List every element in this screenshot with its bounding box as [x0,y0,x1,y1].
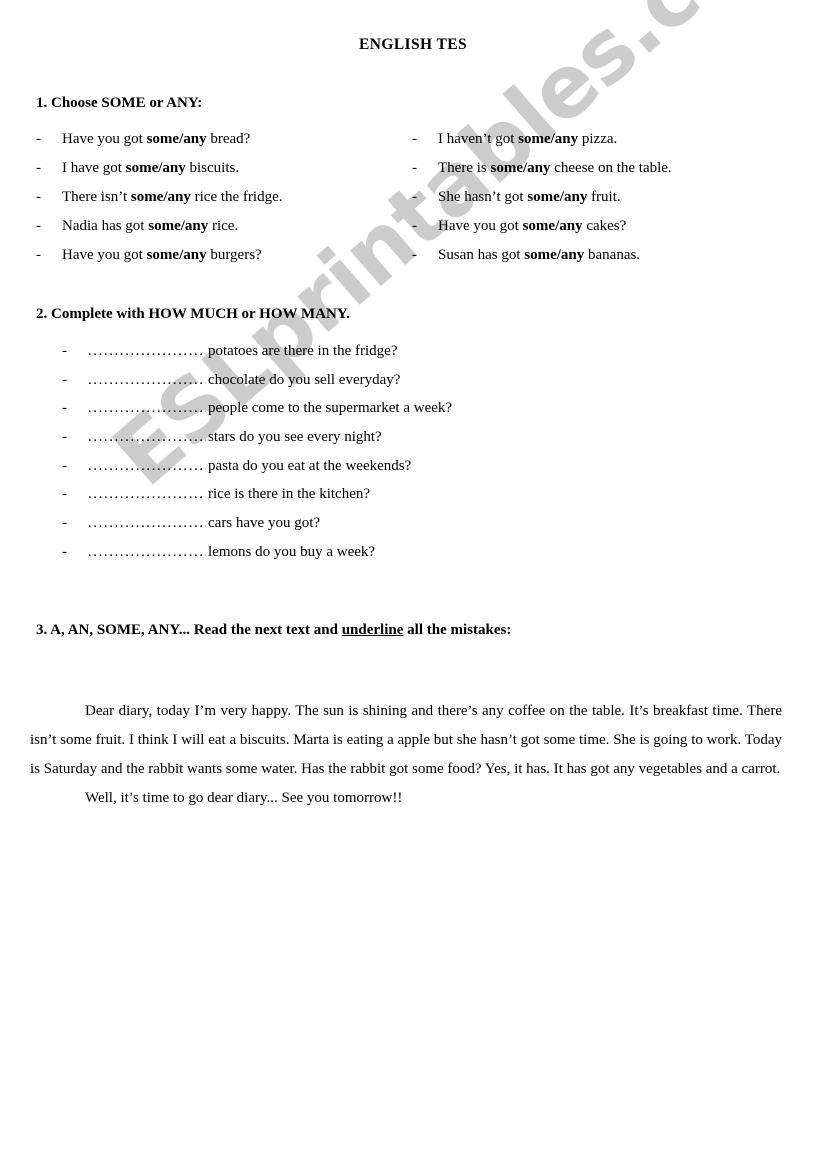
list-item-text: rice is there in the kitchen? [208,486,371,503]
sentence-before: I have got [62,160,126,176]
sentence-after: bananas. [584,247,641,263]
list-item-text: I haven’t got some/any pizza. [438,131,617,148]
sentence-before: Have you got [438,218,523,234]
choice-some-any: some/any [524,247,585,263]
list-item-text: people come to the supermarket a week? [208,400,453,417]
bullet-dash: - [412,218,417,234]
list-item-text: chocolate do you sell everyday? [208,371,401,388]
list-item-text: Nadia has got some/any rice. [62,218,238,235]
bullet-dash: - [62,515,67,532]
bullet-dash: - [36,189,41,205]
sentence-before: Have you got [62,131,147,147]
bullet-dash: - [62,343,67,359]
answer-blank[interactable]: ........................................… [88,458,206,475]
bullet-dash: - [62,486,67,503]
sentence-before: Susan has got [438,247,525,263]
list-item-text: She hasn’t got some/any fruit. [438,189,621,206]
passage-paragraph-1: Dear diary, today I’m very happy. The su… [30,703,782,777]
heading-text-part2: all the mistakes: [403,622,512,638]
sentence-after: rice. [208,218,239,234]
list-item-text: Have you got some/any burgers? [62,247,262,264]
choice-some-any: some/any [146,247,207,263]
answer-blank[interactable]: ........................................… [88,429,206,446]
sentence-after: bread? [206,131,251,147]
sentence-after: burgers? [206,247,262,263]
exercise-3-passage: Dear diary, today I’m very happy. The su… [30,697,782,813]
exercise-2-heading: 2. Complete with HOW MUCH or HOW MANY. [36,306,351,322]
list-item-text: I have got some/any biscuits. [62,160,239,177]
heading-underlined-word: underline [341,622,404,638]
sentence-before: Have you got [62,247,147,263]
bullet-dash: - [412,189,417,205]
choice-some-any: some/any [146,131,207,147]
list-item-text: Have you got some/any bread? [62,131,250,148]
sentence-after: fruit. [587,189,621,205]
sentence-before: She hasn’t got [438,189,528,205]
bullet-dash: - [36,247,41,263]
list-item-text: Susan has got some/any bananas. [438,247,640,264]
answer-blank[interactable]: ........................................… [88,544,206,561]
sentence-before: There isn’t [62,189,131,205]
answer-blank[interactable]: ........................................… [88,486,206,503]
bullet-dash: - [62,429,67,446]
list-item-text: potatoes are there in the fridge? [208,343,398,359]
heading-text-part1: 3. A, AN, SOME, ANY... Read the next tex… [36,622,342,638]
sentence-after: pizza. [578,131,618,147]
answer-blank[interactable]: ........................................… [88,515,206,532]
bullet-dash: - [36,160,41,176]
bullet-dash: - [412,131,417,147]
list-item-text: Have you got some/any cakes? [438,218,626,235]
list-item-text: There is some/any cheese on the table. [438,160,672,177]
answer-blank[interactable]: ........................................… [88,372,206,389]
bullet-dash: - [412,247,417,263]
page-title: ENGLISH TES [359,36,467,53]
answer-blank[interactable]: ........................................… [88,400,206,417]
choice-some-any: some/any [522,218,583,234]
choice-some-any: some/any [518,131,579,147]
bullet-dash: - [62,543,67,560]
bullet-dash: - [412,160,417,176]
sentence-after: rice the fridge. [190,189,283,205]
list-item-text: cars have you got? [208,515,321,532]
bullet-dash: - [62,371,67,388]
choice-some-any: some/any [125,160,186,176]
bullet-dash: - [36,131,41,147]
sentence-after: cheese on the table. [550,160,672,176]
bullet-dash: - [62,400,67,417]
bullet-dash: - [62,457,67,474]
worksheet-page: ESLprintables.com ENGLISH TES 1. Choose … [0,0,826,1169]
list-item-text: There isn’t some/any rice the fridge. [62,189,283,206]
list-item-text: pasta do you eat at the weekends? [208,457,412,474]
choice-some-any: some/any [130,189,191,205]
list-item-text: stars do you see every night? [208,429,382,446]
answer-blank[interactable]: ........................................… [88,343,206,360]
sentence-before: I haven’t got [438,131,519,147]
sentence-before: Nadia has got [62,218,149,234]
passage-paragraph-2: Well, it’s time to go dear diary... See … [85,790,403,806]
sentence-after: biscuits. [185,160,240,176]
choice-some-any: some/any [527,189,588,205]
choice-some-any: some/any [148,218,209,234]
choice-some-any: some/any [490,160,551,176]
sentence-before: There is [438,160,491,176]
sentence-after: cakes? [582,218,627,234]
list-item-text: lemons do you buy a week? [208,543,376,560]
bullet-dash: - [36,218,41,234]
exercise-3-heading: 3. A, AN, SOME, ANY... Read the next tex… [36,622,511,639]
exercise-1-heading: 1. Choose SOME or ANY: [36,95,203,111]
